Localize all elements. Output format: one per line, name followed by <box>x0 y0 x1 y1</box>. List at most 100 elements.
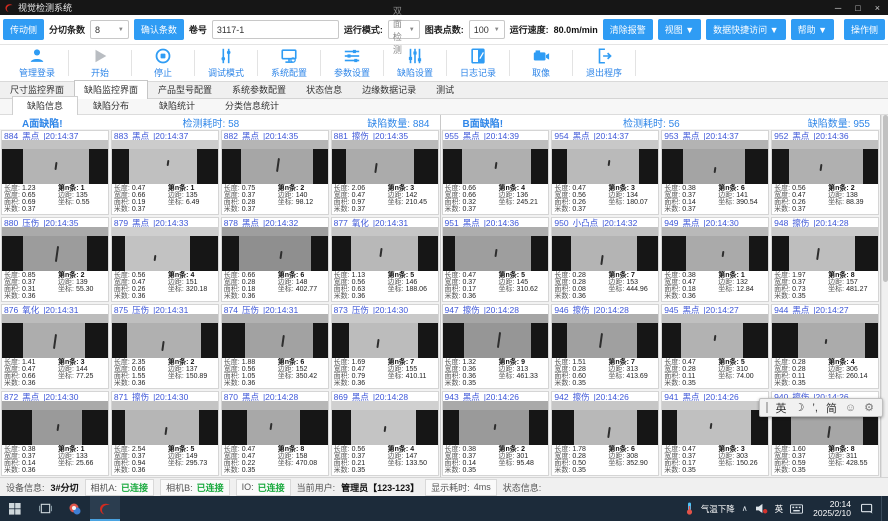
defect-cell[interactable]: 943 黑点 |20:14:26 长度:0.38 宽度:0.37 面积:0.14… <box>442 391 550 476</box>
defect-metrics: 长度:1.23 宽度:0.65 面积:0.69 米数:0.37 第n条:1 边距… <box>2 184 108 214</box>
maximize-button[interactable]: □ <box>855 3 860 13</box>
view-menu-button[interactable]: 视图 ▼ <box>658 19 701 40</box>
defect-id: 944 <box>774 305 788 314</box>
defect-settings-button[interactable]: 缺陷设置 <box>384 47 446 79</box>
defect-cell-header: 883 黑点 |20:14:37 <box>112 131 218 140</box>
defect-cell[interactable]: 879 黑点 |20:14:33 长度:0.56 宽度:0.47 面积:0.26… <box>111 217 219 302</box>
device-info-label: 设备信息: <box>6 481 45 494</box>
start-button[interactable]: 开始 <box>69 47 131 79</box>
defect-cell[interactable]: 875 压伤 |20:14:31 长度:2.35 宽度:0.66 面积:1.55… <box>111 304 219 389</box>
defect-mark <box>161 340 164 350</box>
defect-cell[interactable]: 949 黑点 |20:14:30 长度:0.38 宽度:0.47 面积:0.18… <box>661 217 769 302</box>
capture-image-button[interactable]: 取像 <box>510 47 572 79</box>
defect-cell[interactable]: 882 黑点 |20:14:35 长度:0.75 宽度:0.37 面积:0.28… <box>221 130 329 215</box>
keyboard-icon[interactable] <box>790 504 803 514</box>
ime-simplified[interactable]: 简 <box>826 400 837 416</box>
panel-a-title: A面缺陷! <box>22 115 183 130</box>
taskbar: 气温下降 ∧ 英 20:14 2025/2/10 <box>0 496 888 521</box>
defect-cell[interactable]: 946 擦伤 |20:14:28 长度:1.51 宽度:0.28 面积:0.60… <box>551 304 659 389</box>
ime-lang-english[interactable]: 英 <box>776 400 787 416</box>
weather-ticker[interactable]: 气温下降 <box>701 503 735 515</box>
stop-button[interactable]: 停止 <box>132 47 194 79</box>
taskbar-app-vision-system[interactable] <box>90 496 120 521</box>
defect-time: |20:14:31 <box>43 305 78 314</box>
defect-cell[interactable]: 954 黑点 |20:14:37 长度:0.47 宽度:0.56 面积:0.26… <box>551 130 659 215</box>
defect-cell[interactable]: 874 压伤 |20:14:31 长度:1.88 宽度:0.56 面积:1.05… <box>221 304 329 389</box>
emoji-icon[interactable]: ☺ <box>845 402 856 414</box>
tab-test[interactable]: 测试 <box>426 80 464 98</box>
task-view-button[interactable] <box>30 496 60 521</box>
scrollbar-thumb[interactable] <box>883 115 888 282</box>
defect-cell[interactable]: 941 黑点 |20:14:26 长度:0.47 宽度:0.37 面积:0.17… <box>661 391 769 476</box>
defect-cell[interactable]: 952 黑点 |20:14:36 长度:0.56 宽度:0.47 面积:0.26… <box>771 130 879 215</box>
defect-cell[interactable]: 942 擦伤 |20:14:26 长度:1.78 宽度:0.28 面积:0.50… <box>551 391 659 476</box>
defect-cell[interactable]: 944 黑点 |20:14:27 长度:0.28 宽度:0.28 面积:0.11… <box>771 304 879 389</box>
defect-cell[interactable]: 953 黑点 |20:14:37 长度:0.38 宽度:0.37 面积:0.14… <box>661 130 769 215</box>
ime-punctuation[interactable]: ’, <box>812 402 818 414</box>
roll-number-input[interactable] <box>212 20 339 39</box>
operator-side-button[interactable]: 操作侧 <box>844 19 885 40</box>
defect-cell[interactable]: 871 擦伤 |20:14:30 长度:2.54 宽度:0.37 面积:0.94… <box>111 391 219 476</box>
start-button-windows[interactable] <box>0 496 30 521</box>
subtab-defect-statistics[interactable]: 缺陷统计 <box>144 96 210 114</box>
defect-cell[interactable]: 881 擦伤 |20:14:35 长度:2.06 宽度:0.47 面积:0.97… <box>331 130 439 215</box>
defect-cell[interactable]: 884 黑点 |20:14:37 长度:1.23 宽度:0.65 面积:0.69… <box>1 130 109 215</box>
gear-icon[interactable]: ⚙ <box>864 401 874 414</box>
defect-cell[interactable]: 880 压伤 |20:14:35 长度:0.85 宽度:0.37 面积:0.31… <box>1 217 109 302</box>
minimize-button[interactable]: ─ <box>835 3 841 13</box>
help-menu-button[interactable]: 帮助 ▼ <box>791 19 834 40</box>
defect-metrics: 长度:1.88 宽度:0.56 面积:1.05 米数:0.36 第n条:6 边距… <box>222 358 328 388</box>
clear-alarm-button[interactable]: 清除报警 <box>603 19 653 40</box>
defect-cell[interactable]: 948 擦伤 |20:14:28 长度:1.97 宽度:0.37 面积:0.73… <box>771 217 879 302</box>
subtab-class-info-statistics[interactable]: 分类信息统计 <box>210 96 294 114</box>
defect-time: |20:14:33 <box>153 218 188 227</box>
chart-points-select[interactable]: 100▼ <box>469 20 505 39</box>
parameter-settings-button[interactable]: 参数设置 <box>321 47 383 79</box>
defect-cell[interactable]: 877 氧化 |20:14:31 长度:1.13 宽度:0.56 面积:0.63… <box>331 217 439 302</box>
defect-type: 擦伤 <box>573 305 590 314</box>
subtab-defect-distribution[interactable]: 缺陷分布 <box>78 96 144 114</box>
exit-program-button[interactable]: 退出程序 <box>573 47 635 79</box>
data-quick-access-button[interactable]: 数据快捷访问 ▼ <box>706 19 785 40</box>
admin-login-button[interactable]: 管理登录 <box>6 47 68 79</box>
ime-drag-handle[interactable] <box>766 402 768 413</box>
slit-count-select[interactable]: 8▼ <box>90 20 129 39</box>
drive-side-button[interactable]: 传动侧 <box>3 19 44 40</box>
taskbar-clock[interactable]: 20:14 2025/2/10 <box>810 500 854 518</box>
taskbar-app-media[interactable] <box>60 496 90 521</box>
defect-cell[interactable]: 951 黑点 |20:14:36 长度:0.47 宽度:0.37 面积:0.17… <box>442 217 550 302</box>
tray-expand-button[interactable]: ∧ <box>742 504 748 513</box>
defect-type: 黑点 <box>682 392 699 401</box>
confirm-count-button[interactable]: 确认条数 <box>134 19 184 40</box>
input-language-indicator[interactable]: 英 <box>775 503 784 515</box>
defect-cell[interactable]: 950 小凸点 |20:14:32 长度:0.28 宽度:0.28 面积:0.0… <box>551 217 659 302</box>
defect-cell[interactable]: 870 黑点 |20:14:28 长度:0.47 宽度:0.47 面积:0.22… <box>221 391 329 476</box>
defect-cell[interactable]: 947 擦伤 |20:14:28 长度:1.32 宽度:0.36 面积:0.36… <box>442 304 550 389</box>
defect-image <box>2 314 108 358</box>
system-config-button[interactable]: 系统配置 <box>258 47 320 79</box>
defect-cell[interactable]: 945 黑点 |20:14:27 长度:0.47 宽度:0.28 面积:0.11… <box>661 304 769 389</box>
defect-cell[interactable]: 883 黑点 |20:14:37 长度:0.47 宽度:0.66 面积:0.19… <box>111 130 219 215</box>
debug-mode-button[interactable]: 调试模式 <box>195 47 257 79</box>
show-desktop-button[interactable] <box>881 496 885 521</box>
defect-cell[interactable]: 955 黑点 |20:14:39 长度:0.66 宽度:0.66 面积:0.32… <box>442 130 550 215</box>
defect-cell[interactable]: 876 氧化 |20:14:31 长度:1.41 宽度:0.47 面积:0.66… <box>1 304 109 389</box>
notification-tray-icon[interactable] <box>861 503 874 514</box>
defect-cell[interactable]: 869 黑点 |20:14:28 长度:0.56 宽度:0.37 面积:0.21… <box>331 391 439 476</box>
vertical-scrollbar[interactable] <box>881 115 888 477</box>
tab-edge-data-record[interactable]: 边缘数据记录 <box>352 80 426 98</box>
tab-status-info[interactable]: 状态信息 <box>296 80 352 98</box>
stop-icon <box>154 47 172 65</box>
run-mode-select[interactable]: 双面检测▼ <box>388 20 420 39</box>
defect-cell[interactable]: 873 压伤 |20:14:30 长度:1.69 宽度:0.47 面积:0.79… <box>331 304 439 389</box>
speaker-muted-icon[interactable] <box>755 503 768 514</box>
display-time: 显示耗时:4ms <box>425 479 497 496</box>
moon-icon[interactable]: ☽ <box>795 401 805 414</box>
log-record-button[interactable]: 日志记录 <box>447 47 509 79</box>
defect-mark <box>599 333 603 348</box>
close-button[interactable]: × <box>875 3 880 13</box>
defect-cell[interactable]: 872 黑点 |20:14:30 长度:0.38 宽度:0.37 面积:0.14… <box>1 391 109 476</box>
subtab-defect-info[interactable]: 缺陷信息 <box>12 96 78 115</box>
defect-cell[interactable]: 878 黑点 |20:14:32 长度:0.66 宽度:0.28 面积:0.18… <box>221 217 329 302</box>
run-speed-label: 运行速度: <box>510 23 549 36</box>
